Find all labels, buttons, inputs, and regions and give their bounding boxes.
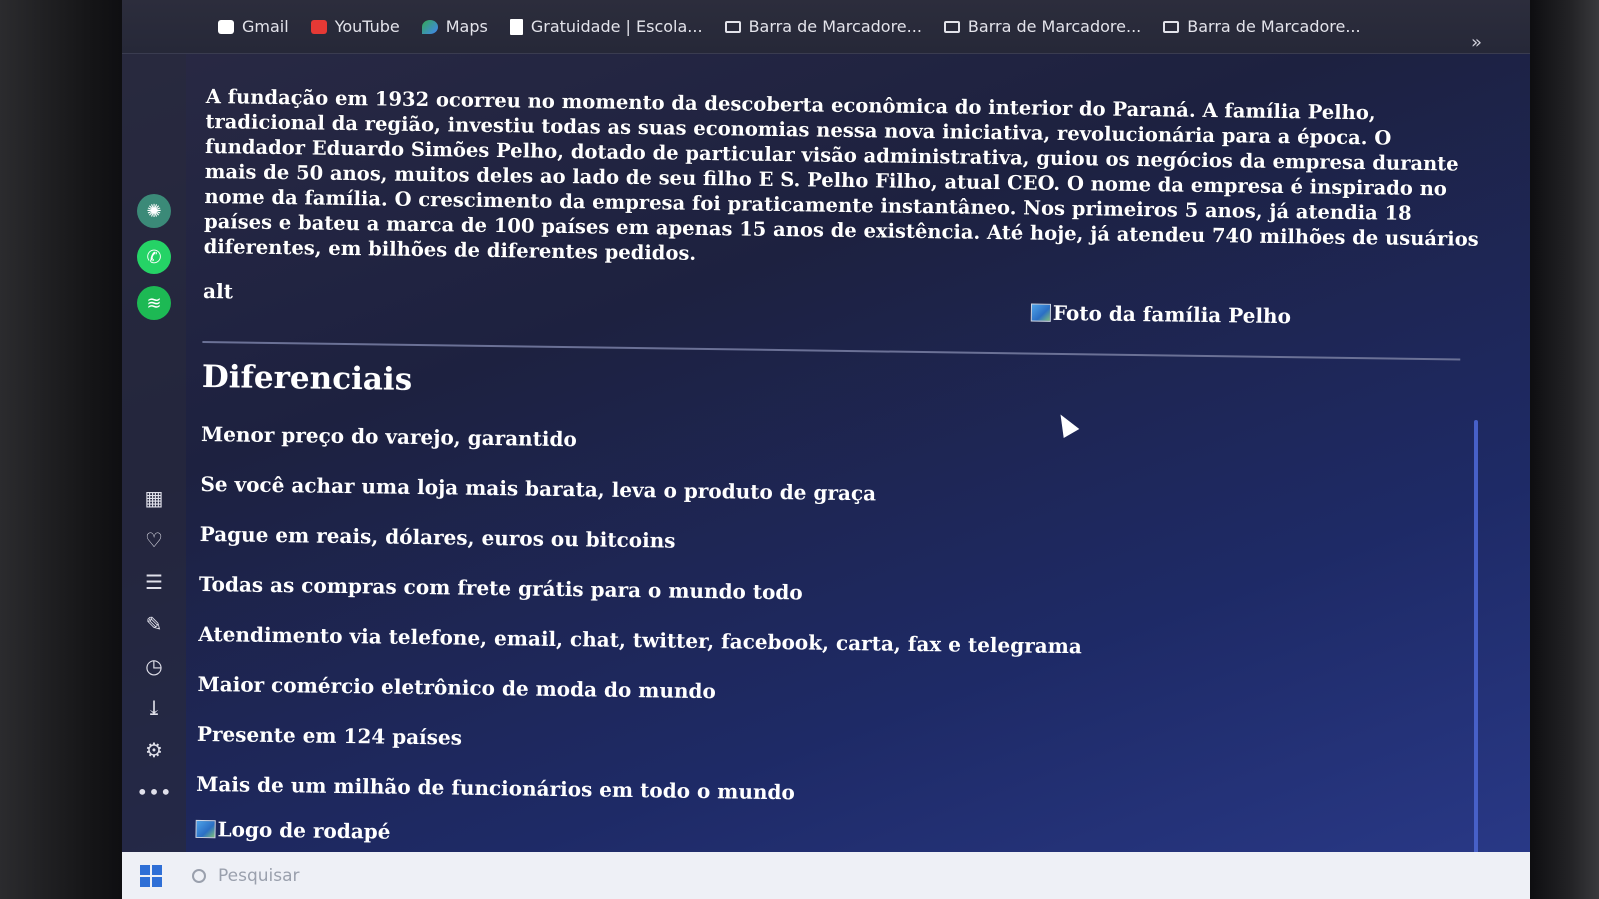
- broken-image-alt: alt: [202, 278, 234, 304]
- bookmarks-overflow-button[interactable]: »: [1471, 32, 1482, 53]
- document-icon: [509, 18, 523, 35]
- pinboard-icon[interactable]: ✎: [140, 610, 168, 638]
- news-icon[interactable]: ☰: [140, 568, 168, 596]
- bookmark-label: Barra de Marcadore...: [748, 17, 922, 36]
- bookmarks-bar: Gmail YouTube Maps Gratuidade | Escola..…: [122, 0, 1530, 54]
- browser-screen: Gmail YouTube Maps Gratuidade | Escola..…: [122, 0, 1530, 899]
- downloads-icon[interactable]: ⤓: [140, 694, 168, 722]
- bookmark-label: Barra de Marcadore...: [1187, 17, 1361, 36]
- windows-taskbar: Pesquisar: [122, 852, 1530, 899]
- monitor-bezel-right: [1529, 0, 1599, 899]
- settings-icon[interactable]: ⚙: [140, 736, 168, 764]
- family-photo-alt-text: Foto da família Pelho: [1052, 300, 1292, 329]
- section-title: Diferenciais: [201, 358, 413, 398]
- bookmark-folder-3[interactable]: Barra de Marcadore...: [1163, 17, 1361, 36]
- bookmark-gmail[interactable]: Gmail: [218, 17, 289, 36]
- history-paragraph: A fundação em 1932 ocorreu no momento da…: [203, 84, 1479, 265]
- heart-icon[interactable]: ♡: [140, 526, 168, 554]
- broken-image-icon: [1030, 303, 1052, 322]
- folder-icon: [724, 20, 741, 33]
- maps-icon: [421, 19, 438, 34]
- bookmark-label: Maps: [445, 17, 488, 36]
- bookmark-label: Gmail: [242, 17, 289, 36]
- bookmark-folder-1[interactable]: Barra de Marcadore...: [724, 17, 922, 36]
- history-icon[interactable]: ◷: [140, 652, 168, 680]
- bookmark-youtube[interactable]: YouTube: [310, 17, 400, 36]
- whatsapp-icon[interactable]: ✆: [137, 240, 171, 274]
- gmail-icon: [218, 19, 234, 34]
- search-icon: [192, 868, 206, 883]
- speed-dial-icon[interactable]: ▦: [140, 484, 168, 512]
- folder-icon: [943, 20, 960, 33]
- broken-image-icon: [195, 819, 216, 839]
- page-content: A fundação em 1932 ocorreu no momento da…: [195, 84, 1485, 859]
- monitor-bezel-left: [0, 0, 130, 899]
- bookmark-label: Gratuidade | Escola...: [530, 17, 703, 36]
- bookmark-maps[interactable]: Maps: [421, 17, 488, 36]
- more-icon[interactable]: •••: [136, 778, 171, 806]
- features-list: Menor preço do varejo, garantido Se você…: [196, 421, 1481, 839]
- bookmark-folder-2[interactable]: Barra de Marcadore...: [943, 17, 1142, 36]
- folder-icon: [1163, 20, 1180, 33]
- bookmark-label: YouTube: [334, 17, 400, 36]
- scrollbar[interactable]: [1474, 420, 1478, 890]
- bookmark-gratuidade[interactable]: Gratuidade | Escola...: [509, 17, 703, 36]
- family-photo-broken-image: Foto da família Pelho: [1030, 300, 1292, 329]
- search-placeholder: Pesquisar: [218, 865, 300, 886]
- windows-start-icon[interactable]: [140, 864, 162, 887]
- browser-sidebar: ✺ ✆ ≋ ▦ ♡ ☰ ✎ ◷ ⤓ ⚙ •••: [122, 54, 186, 854]
- footer-logo-alt-text: Logo de rodapé: [217, 817, 391, 844]
- chatgpt-icon[interactable]: ✺: [137, 194, 171, 228]
- youtube-icon: [310, 19, 327, 34]
- taskbar-search[interactable]: Pesquisar: [192, 866, 300, 886]
- bookmark-label: Barra de Marcadore...: [967, 17, 1142, 36]
- spotify-icon[interactable]: ≋: [137, 286, 171, 320]
